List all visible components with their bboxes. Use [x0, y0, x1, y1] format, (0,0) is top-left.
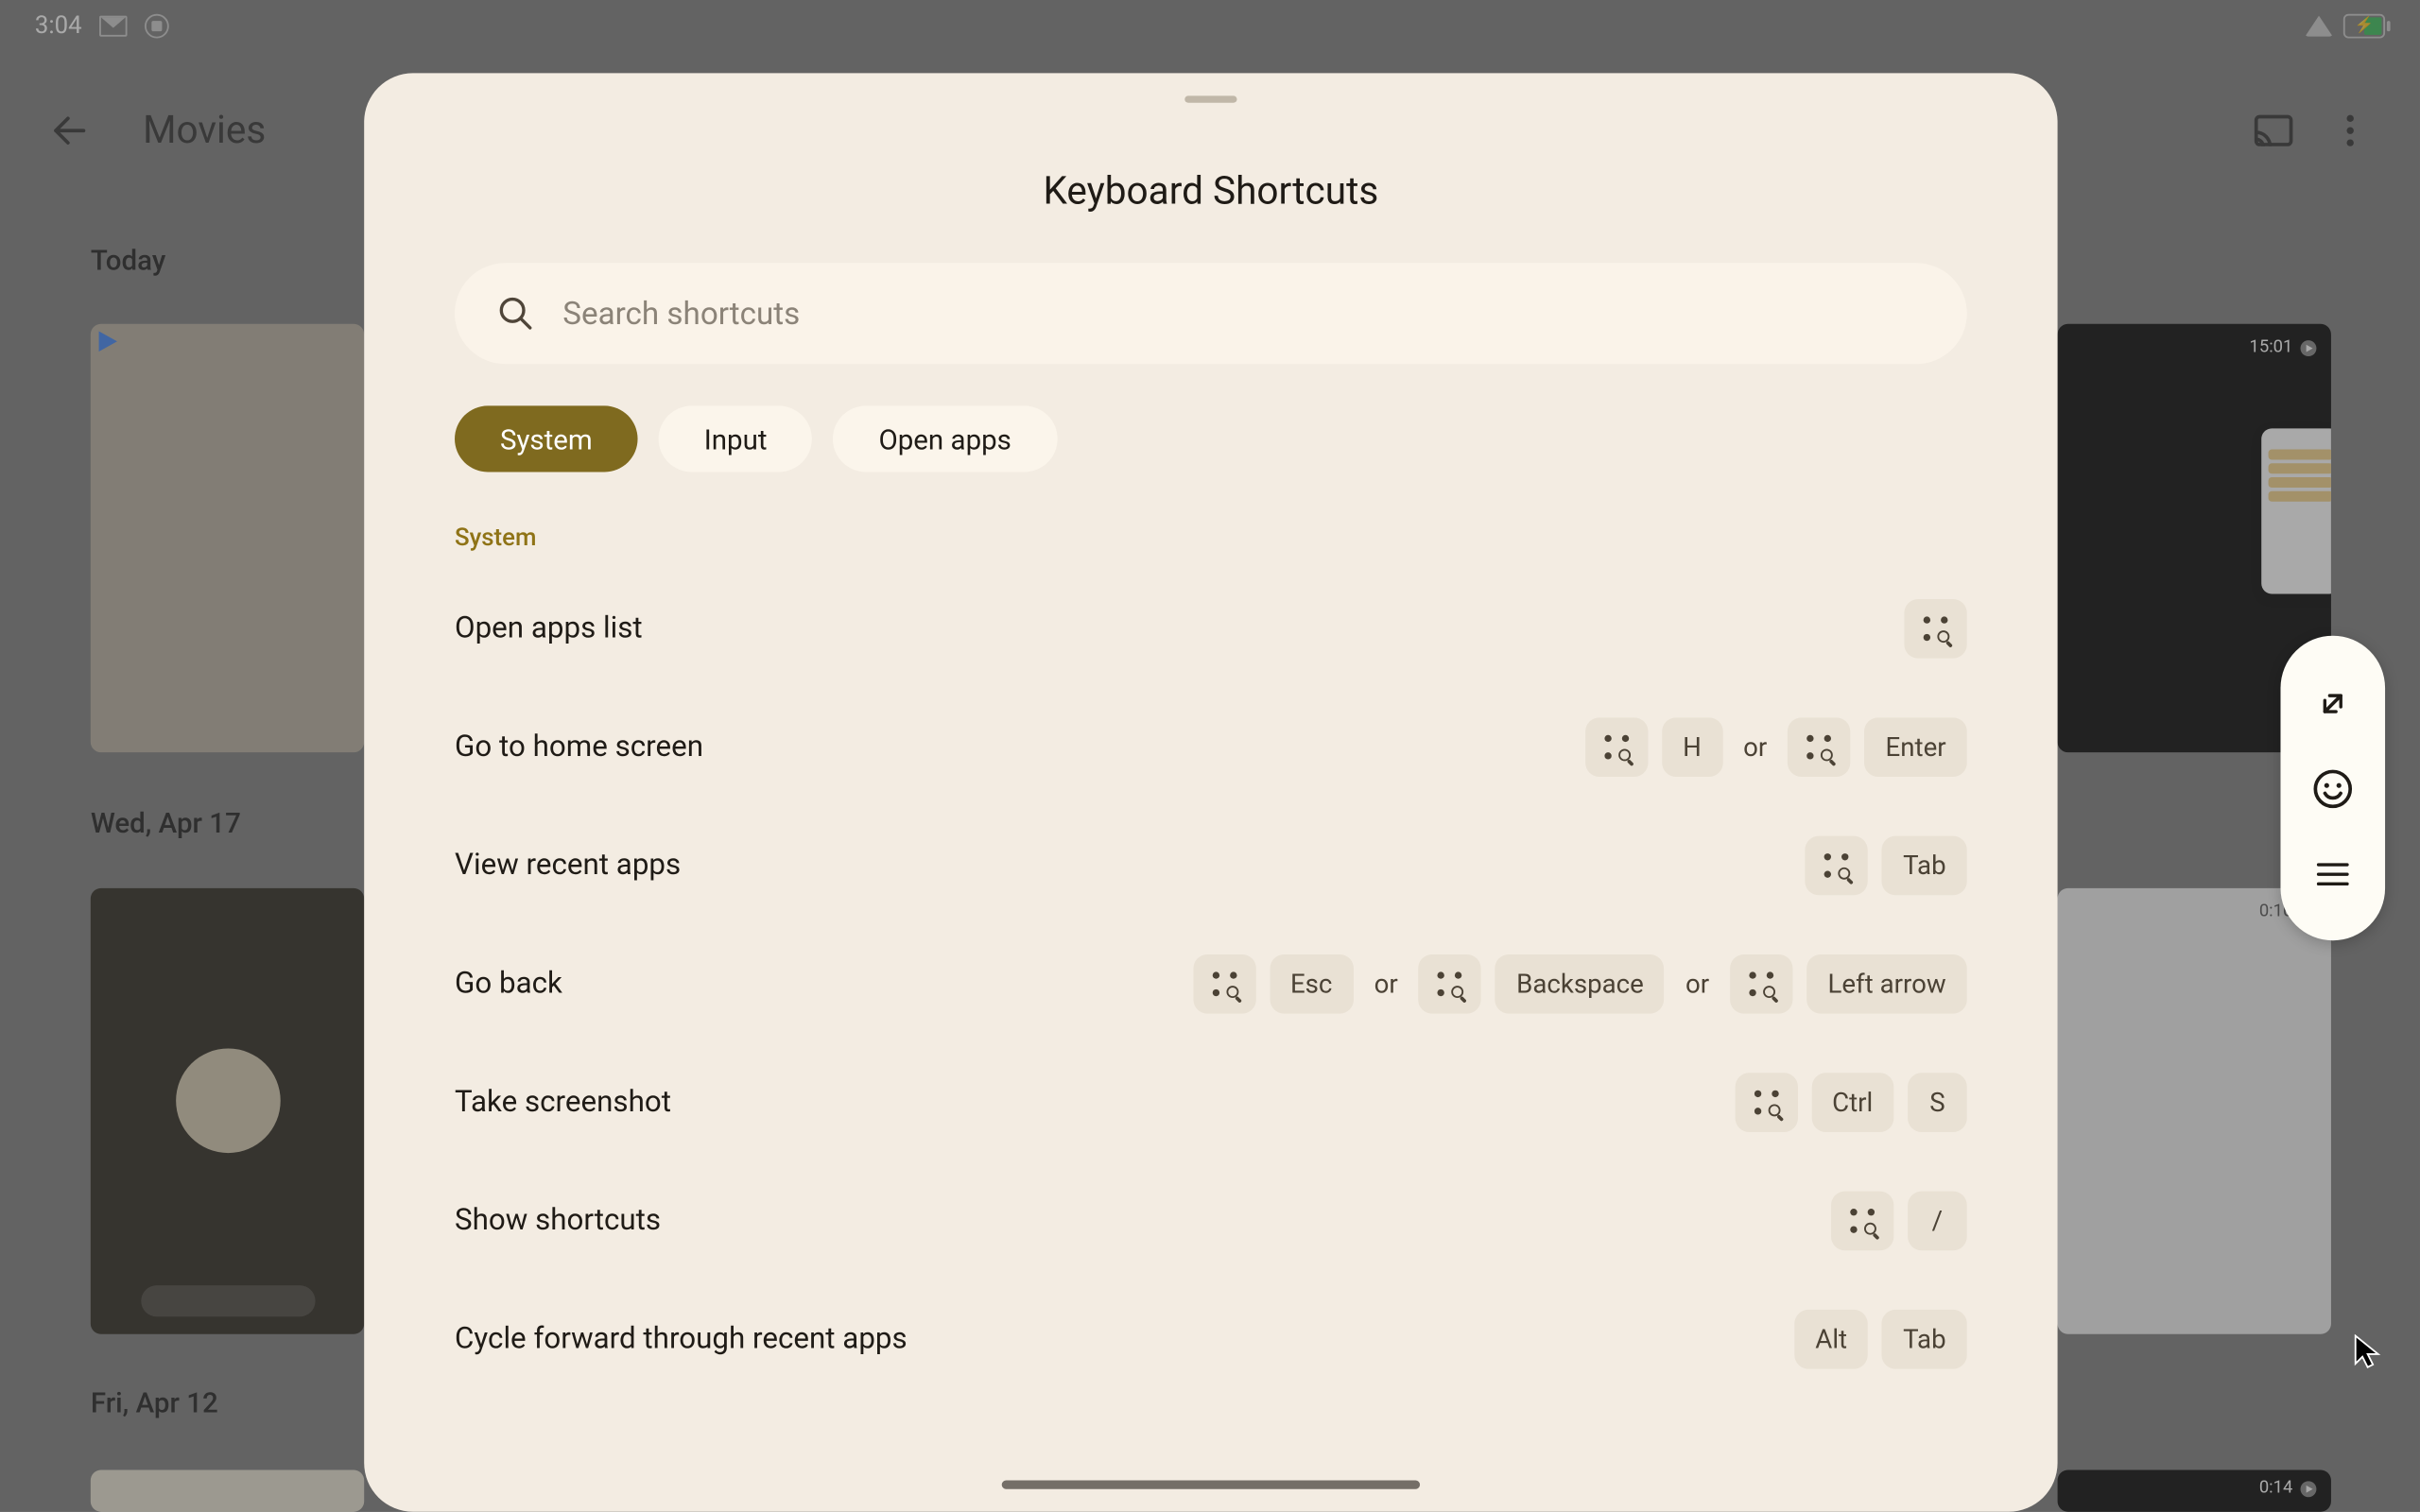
key-meta	[1806, 836, 1868, 896]
shortcut-list: Open apps list Go to home screen H or En…	[455, 570, 1967, 1399]
or-label: or	[1679, 969, 1717, 1000]
chip-system[interactable]: System	[455, 405, 638, 472]
key-tab: Tab	[1882, 1310, 1967, 1369]
emoji-icon[interactable]	[2305, 760, 2360, 816]
key-meta	[1904, 599, 1966, 659]
sheet-title: Keyboard Shortcuts	[364, 171, 2057, 215]
row-recent-apps: View recent apps Tab	[455, 806, 1967, 924]
row-label: Take screenshot	[455, 1085, 671, 1120]
key-esc: Esc	[1270, 954, 1354, 1014]
key-s: S	[1908, 1073, 1967, 1132]
row-go-home: Go to home screen H or Enter	[455, 688, 1967, 806]
chip-open-apps[interactable]: Open apps	[834, 405, 1057, 472]
key-meta	[1419, 954, 1481, 1014]
cursor-icon	[2354, 1334, 2381, 1369]
key-left-arrow: Left arrow	[1806, 954, 1966, 1014]
key-tab: Tab	[1882, 836, 1967, 896]
key-ctrl: Ctrl	[1811, 1073, 1893, 1132]
key-alt: Alt	[1794, 1310, 1868, 1369]
row-label: Show shortcuts	[455, 1204, 661, 1239]
key-h: H	[1662, 717, 1722, 777]
key-meta	[1193, 954, 1255, 1014]
key-meta	[1730, 954, 1792, 1014]
nav-pill[interactable]	[1002, 1481, 1420, 1489]
category-chips: System Input Open apps	[455, 405, 1967, 472]
row-go-back: Go back Esc or Backspace or Left arrow	[455, 925, 1967, 1043]
section-title: System	[455, 524, 1967, 552]
key-enter: Enter	[1864, 717, 1966, 777]
sheet-grip[interactable]	[1184, 95, 1236, 102]
floating-toolbar	[2280, 636, 2385, 941]
search-input[interactable]	[562, 295, 1925, 332]
row-label: Open apps list	[455, 611, 643, 646]
row-label: View recent apps	[455, 849, 681, 884]
key-meta	[1788, 717, 1850, 777]
key-meta	[1585, 717, 1648, 777]
menu-icon[interactable]	[2305, 846, 2360, 902]
shortcuts-sheet: Keyboard Shortcuts System Input Open app…	[364, 73, 2057, 1511]
row-screenshot: Take screenshot Ctrl S	[455, 1043, 1967, 1161]
search-icon	[496, 294, 535, 333]
row-cycle-fwd: Cycle forward through recent apps Alt Ta…	[455, 1280, 1967, 1399]
search-box[interactable]	[455, 263, 1967, 364]
expand-icon[interactable]	[2305, 675, 2360, 730]
row-label: Go back	[455, 967, 562, 1002]
key-meta	[1735, 1073, 1797, 1132]
row-label: Go to home screen	[455, 730, 703, 765]
key-slash: /	[1908, 1192, 1967, 1251]
row-label: Cycle forward through recent apps	[455, 1322, 908, 1357]
chip-input[interactable]: Input	[659, 405, 813, 472]
row-show-shortcuts: Show shortcuts /	[455, 1161, 1967, 1280]
or-label: or	[1367, 969, 1405, 1000]
row-open-apps-list: Open apps list	[455, 570, 1967, 688]
or-label: or	[1737, 731, 1774, 763]
key-backspace: Backspace	[1495, 954, 1665, 1014]
key-meta	[1831, 1192, 1893, 1251]
